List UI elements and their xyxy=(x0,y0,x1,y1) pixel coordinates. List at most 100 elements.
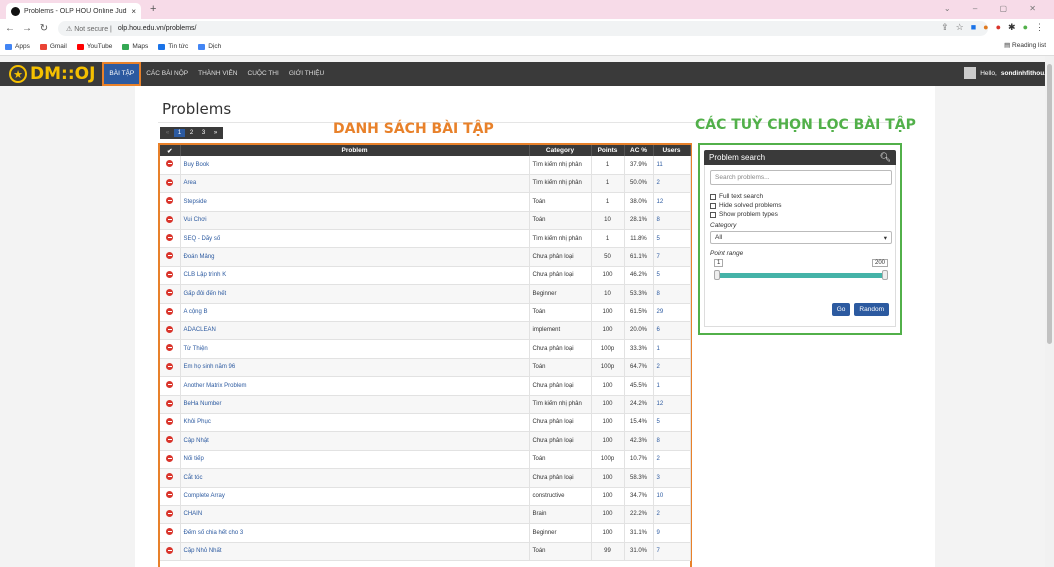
nav-item-contests[interactable]: CUỘC THI xyxy=(243,62,284,86)
users-link[interactable]: 2 xyxy=(653,358,691,378)
users-link[interactable]: 7 xyxy=(653,247,691,267)
pager-next[interactable]: » xyxy=(210,129,221,137)
bookmark-apps[interactable]: Apps xyxy=(5,43,30,50)
users-link[interactable]: 29 xyxy=(653,303,691,323)
users-link[interactable]: 6 xyxy=(653,321,691,341)
bookmark-gmail[interactable]: Gmail xyxy=(39,43,67,50)
users-link[interactable]: 8 xyxy=(653,431,691,451)
site-logo[interactable]: ★ DM::OJ xyxy=(9,64,95,84)
reading-list-button[interactable]: ▤ Reading list xyxy=(1004,41,1046,49)
problem-name-link[interactable]: CLB Lập trình K xyxy=(180,266,530,286)
new-tab-button[interactable]: + xyxy=(150,3,156,15)
problem-name-link[interactable]: Đoán Mảng xyxy=(180,247,530,267)
users-link[interactable]: 5 xyxy=(653,413,691,433)
problem-name-link[interactable]: Nối tiếp xyxy=(180,450,530,470)
users-link[interactable]: 8 xyxy=(653,284,691,304)
bookmark-maps[interactable]: Maps xyxy=(122,43,148,50)
problem-search-panel: Problem search 🔍︎ Search problems... Ful… xyxy=(698,143,902,335)
bookmark-star-icon[interactable]: ☆ xyxy=(956,22,964,33)
users-link[interactable]: 9 xyxy=(653,523,691,543)
pager-page-3[interactable]: 3 xyxy=(198,129,209,137)
users-link[interactable]: 2 xyxy=(653,505,691,525)
header-problem[interactable]: Problem xyxy=(180,145,530,156)
problem-name-link[interactable]: Cắt tóc xyxy=(180,468,530,488)
header-users[interactable]: Users xyxy=(653,145,691,156)
extension-icon[interactable]: ● xyxy=(983,22,988,33)
header-ac-rate[interactable]: AC % xyxy=(624,145,654,156)
bookmark-news[interactable]: Tin tức xyxy=(158,43,188,50)
header-points[interactable]: Points xyxy=(591,145,625,156)
header-category[interactable]: Category xyxy=(529,145,592,156)
problem-name-link[interactable]: Gấp đôi đến hết xyxy=(180,284,530,304)
problem-name-link[interactable]: Buy Book xyxy=(180,156,530,175)
reload-icon[interactable]: ↻ xyxy=(37,23,51,34)
problem-name-link[interactable]: Area xyxy=(180,174,530,194)
category-select[interactable]: All ▾ xyxy=(710,231,892,244)
users-link[interactable]: 5 xyxy=(653,266,691,286)
problem-name-link[interactable]: Em họ sinh năm 96 xyxy=(180,358,530,378)
users-link[interactable]: 5 xyxy=(653,229,691,249)
full-text-search-checkbox[interactable]: Full text search xyxy=(710,193,890,200)
problem-name-link[interactable]: Another Matrix Problem xyxy=(180,376,530,396)
maps-pin-icon xyxy=(122,43,130,50)
page-scrollbar[interactable] xyxy=(1045,56,1054,567)
profile-avatar-icon[interactable]: ● xyxy=(1023,22,1028,33)
search-input[interactable]: Search problems... xyxy=(710,170,892,185)
problem-name-link[interactable]: ADACLEAN xyxy=(180,321,530,341)
problem-name-link[interactable]: SEQ - Dãy số xyxy=(180,229,530,249)
problem-name-link[interactable]: Khôi Phục xyxy=(180,413,530,433)
users-link[interactable]: 2 xyxy=(653,450,691,470)
show-types-checkbox[interactable]: Show problem types xyxy=(710,211,890,218)
users-link[interactable]: 10 xyxy=(653,487,691,506)
problem-name-link[interactable]: BeHa Number xyxy=(180,395,530,414)
menu-dots-icon[interactable]: ⋮ xyxy=(1035,22,1044,33)
url-field[interactable]: ⚠ Not secure | olp.hou.edu.vn/problems/ xyxy=(58,21,988,36)
random-button[interactable]: Random xyxy=(854,303,889,316)
problem-name-link[interactable]: Từ Thiện xyxy=(180,339,530,359)
users-link[interactable]: 11 xyxy=(653,156,691,175)
go-button[interactable]: Go xyxy=(831,303,851,316)
users-link[interactable]: 3 xyxy=(653,468,691,488)
tab-close-icon[interactable]: × xyxy=(131,7,136,16)
puzzle-icon[interactable]: ✱ xyxy=(1008,22,1016,33)
users-link[interactable]: 8 xyxy=(653,211,691,231)
problem-name-link[interactable]: Stepside xyxy=(180,192,530,212)
users-link[interactable]: 12 xyxy=(653,192,691,212)
problem-name-link[interactable]: Complete Array xyxy=(180,487,530,506)
problem-name-link[interactable]: Vui Chơi xyxy=(180,211,530,231)
users-link[interactable]: 2 xyxy=(653,174,691,194)
pager-page-1[interactable]: 1 xyxy=(174,129,185,137)
share-icon[interactable]: ⇪ xyxy=(941,22,949,33)
nav-item-users[interactable]: THÀNH VIÊN xyxy=(193,62,242,86)
problem-name-link[interactable]: CHAIN xyxy=(180,505,530,525)
scrollbar-thumb[interactable] xyxy=(1047,64,1052,344)
pager-prev[interactable]: « xyxy=(162,129,173,137)
pager-page-2[interactable]: 2 xyxy=(186,129,197,137)
bookmark-youtube[interactable]: YouTube xyxy=(76,43,112,50)
range-track[interactable] xyxy=(717,273,885,278)
hide-solved-checkbox[interactable]: Hide solved problems xyxy=(710,202,890,209)
bookmark-translate[interactable]: Dịch xyxy=(198,43,221,50)
users-link[interactable]: 7 xyxy=(653,542,691,562)
problem-name-link[interactable]: Cặp Nhỏ Nhất xyxy=(180,542,530,562)
problem-name-link[interactable]: Cập Nhật xyxy=(180,431,530,451)
back-arrow-icon[interactable]: ← xyxy=(3,23,17,34)
users-link[interactable]: 1 xyxy=(653,376,691,396)
point-range-slider[interactable]: 1 200 xyxy=(710,259,890,281)
nav-item-submissions[interactable]: CÁC BÀI NỘP xyxy=(141,62,193,86)
browser-tab[interactable]: Problems - OLP HOU Online Jud × xyxy=(6,3,141,19)
window-controls[interactable]: ⌄ – ▢ ✕ xyxy=(944,4,1046,13)
nav-item-problems[interactable]: BÀI TẬP xyxy=(102,62,142,86)
forward-arrow-icon[interactable]: → xyxy=(20,23,34,34)
range-max-handle[interactable] xyxy=(882,270,888,280)
users-link[interactable]: 1 xyxy=(653,339,691,359)
extension-icon[interactable]: ■ xyxy=(971,22,976,33)
users-link[interactable]: 12 xyxy=(653,395,691,414)
problem-name-link[interactable]: A cộng B xyxy=(180,303,530,323)
range-min-handle[interactable] xyxy=(714,270,720,280)
user-menu[interactable]: Hello, sondinhfithou. xyxy=(964,67,1046,79)
not-secure-indicator[interactable]: ⚠ Not secure | xyxy=(66,25,112,33)
problem-name-link[interactable]: Đếm số chia hết cho 3 xyxy=(180,523,530,543)
extension-icon[interactable]: ● xyxy=(996,22,1001,33)
nav-item-about[interactable]: GIỚI THIỆU xyxy=(284,62,329,86)
